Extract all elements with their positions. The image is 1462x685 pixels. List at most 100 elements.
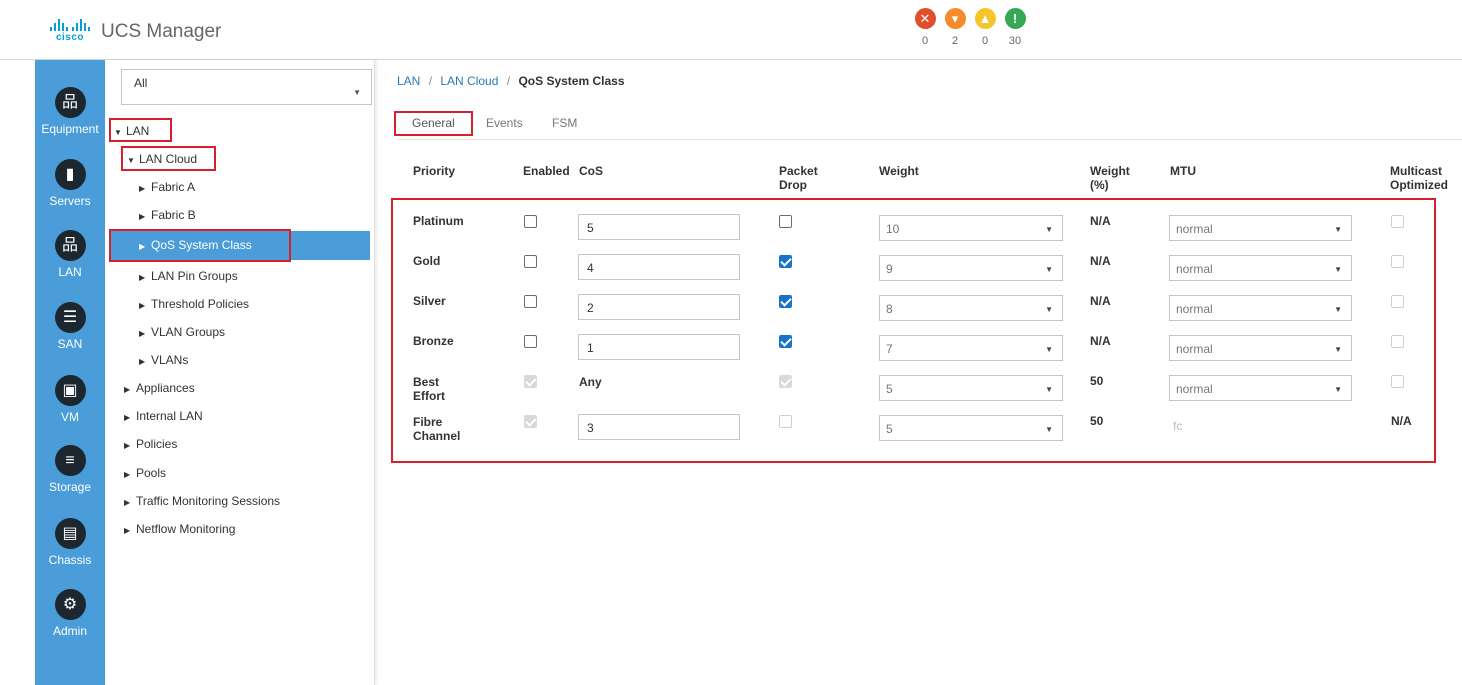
cos-input-bronze[interactable]: 1 <box>578 334 740 360</box>
row-label-line: Fibre <box>413 415 443 429</box>
weight-value: 5 <box>886 422 893 436</box>
multicast-checkbox-bronze[interactable] <box>1391 335 1404 348</box>
enabled-checkbox-silver[interactable] <box>524 295 537 308</box>
highlight-box-lan-cloud <box>121 146 216 171</box>
cisco-logo: cisco <box>47 19 93 47</box>
nav-item-storage[interactable]: ≡ Storage <box>35 445 105 494</box>
cos-input-fibre-channel[interactable]: 3 <box>578 414 740 440</box>
tree-node-label: Netflow Monitoring <box>136 522 236 536</box>
tree-node-internal-lan[interactable]: ▶ Internal LAN <box>124 409 203 423</box>
mtu-select-platinum[interactable]: normal ▼ <box>1169 215 1352 241</box>
tree-node-threshold-policies[interactable]: ▶ Threshold Policies <box>139 297 249 311</box>
tree-filter-select[interactable]: All ▼ <box>121 69 372 105</box>
breadcrumb-lan[interactable]: LAN <box>397 74 420 88</box>
weight-select-bronze[interactable]: 7 ▼ <box>879 335 1063 361</box>
admin-icon: ⚙ <box>54 589 86 620</box>
mtu-select-silver[interactable]: normal ▼ <box>1169 295 1352 321</box>
weight-value: 8 <box>886 302 893 316</box>
packet-drop-checkbox-silver[interactable] <box>779 295 792 308</box>
tree-node-pools[interactable]: ▶ Pools <box>124 466 166 480</box>
mtu-value: normal <box>1176 342 1213 356</box>
cos-input-platinum[interactable]: 5 <box>578 214 740 240</box>
col-header-multicast-optimized: Multicast Optimized <box>1390 164 1448 192</box>
multicast-checkbox-best-effort[interactable] <box>1391 375 1404 388</box>
tree-node-traffic-monitoring-sessions[interactable]: ▶ Traffic Monitoring Sessions <box>124 494 280 508</box>
enabled-checkbox-best-effort[interactable] <box>524 375 537 388</box>
weight-select-fibre-channel[interactable]: 5 ▼ <box>879 415 1063 441</box>
expand-right-icon: ▶ <box>124 526 131 535</box>
enabled-checkbox-platinum[interactable] <box>524 215 537 228</box>
row-label-line: Silver <box>413 294 446 308</box>
row-label-gold: Gold <box>413 254 440 268</box>
mtu-select-bronze[interactable]: normal ▼ <box>1169 335 1352 361</box>
tree-node-fabric-b[interactable]: ▶ Fabric B <box>139 208 196 222</box>
nav-item-vm[interactable]: ▣ VM <box>35 375 105 424</box>
tree-node-fabric-a[interactable]: ▶ Fabric A <box>139 180 195 194</box>
packet-drop-checkbox-bronze[interactable] <box>779 335 792 348</box>
nav-item-servers[interactable]: ▮ Servers <box>35 159 105 208</box>
multicast-checkbox-gold[interactable] <box>1391 255 1404 268</box>
row-label-best-effort: Best Effort <box>413 375 445 403</box>
chevron-down-icon: ▼ <box>1045 265 1053 274</box>
fault-major[interactable]: ▾ 2 <box>944 8 966 47</box>
packet-drop-checkbox-platinum[interactable] <box>779 215 792 228</box>
tree-node-netflow-monitoring[interactable]: ▶ Netflow Monitoring <box>124 522 235 536</box>
weight-select-best-effort[interactable]: 5 ▼ <box>879 375 1063 401</box>
packet-drop-checkbox-fibre-channel[interactable] <box>779 415 792 428</box>
tab-fsm[interactable]: FSM <box>552 116 577 130</box>
warning-fault-count: 30 <box>1008 35 1022 47</box>
highlight-box-general-tab <box>394 111 473 136</box>
col-header-weight: Weight <box>879 164 919 178</box>
chevron-down-icon: ▼ <box>1334 385 1342 394</box>
chevron-down-icon: ▼ <box>1045 345 1053 354</box>
nav-item-san[interactable]: ☰ SAN <box>35 302 105 351</box>
chevron-down-icon: ▼ <box>1045 305 1053 314</box>
tree-filter-value: All <box>134 76 148 90</box>
weight-select-platinum[interactable]: 10 ▼ <box>879 215 1063 241</box>
weight-pct-gold: N/A <box>1090 254 1111 268</box>
expand-right-icon: ▶ <box>139 357 146 366</box>
tab-events[interactable]: Events <box>486 116 523 130</box>
multicast-checkbox-platinum[interactable] <box>1391 215 1404 228</box>
mtu-select-best-effort[interactable]: normal ▼ <box>1169 375 1352 401</box>
weight-pct-platinum: N/A <box>1090 214 1111 228</box>
tree-node-lan-pin-groups[interactable]: ▶ LAN Pin Groups <box>139 269 238 283</box>
fault-critical[interactable]: ✕ 0 <box>914 8 936 47</box>
breadcrumb-lan-cloud[interactable]: LAN Cloud <box>440 74 498 88</box>
enabled-checkbox-bronze[interactable] <box>524 335 537 348</box>
weight-select-silver[interactable]: 8 ▼ <box>879 295 1063 321</box>
tree-node-appliances[interactable]: ▶ Appliances <box>124 381 195 395</box>
minor-fault-icon: ▲ <box>974 8 996 29</box>
nav-item-admin[interactable]: ⚙ Admin <box>35 589 105 638</box>
tree-node-vlans[interactable]: ▶ VLANs <box>139 353 188 367</box>
cos-input-gold[interactable]: 4 <box>578 254 740 280</box>
tree-node-vlan-groups[interactable]: ▶ VLAN Groups <box>139 325 225 339</box>
expand-right-icon: ▶ <box>139 273 146 282</box>
enabled-checkbox-fibre-channel[interactable] <box>524 415 537 428</box>
mtu-select-gold[interactable]: normal ▼ <box>1169 255 1352 281</box>
mtu-value: normal <box>1176 302 1213 316</box>
weight-select-gold[interactable]: 9 ▼ <box>879 255 1063 281</box>
tree-node-policies[interactable]: ▶ Policies <box>124 437 177 451</box>
col-header-enabled: Enabled <box>523 164 570 178</box>
col-header-line: Drop <box>779 178 807 192</box>
packet-drop-checkbox-gold[interactable] <box>779 255 792 268</box>
weight-value: 10 <box>886 222 900 236</box>
col-header-cos: CoS <box>579 164 603 178</box>
fault-minor[interactable]: ▲ 0 <box>974 8 996 47</box>
nav-item-label: Servers <box>49 194 91 208</box>
nav-item-equipment[interactable]: 品 Equipment <box>35 87 105 136</box>
multicast-checkbox-silver[interactable] <box>1391 295 1404 308</box>
lan-icon: 品 <box>54 230 86 261</box>
nav-item-label: SAN <box>57 337 83 351</box>
nav-item-chassis[interactable]: ▤ Chassis <box>35 518 105 567</box>
cisco-wordmark: cisco <box>55 32 85 43</box>
main-nav: 品 Equipment ▮ Servers 品 LAN ☰ SAN ▣ VM ≡… <box>35 60 105 685</box>
cos-input-silver[interactable]: 2 <box>578 294 740 320</box>
packet-drop-checkbox-best-effort[interactable] <box>779 375 792 388</box>
nav-item-lan[interactable]: 品 LAN <box>35 230 105 279</box>
mtu-value: normal <box>1176 382 1213 396</box>
enabled-checkbox-gold[interactable] <box>524 255 537 268</box>
chevron-down-icon: ▼ <box>1334 265 1342 274</box>
fault-warning[interactable]: ! 30 <box>1004 8 1026 47</box>
